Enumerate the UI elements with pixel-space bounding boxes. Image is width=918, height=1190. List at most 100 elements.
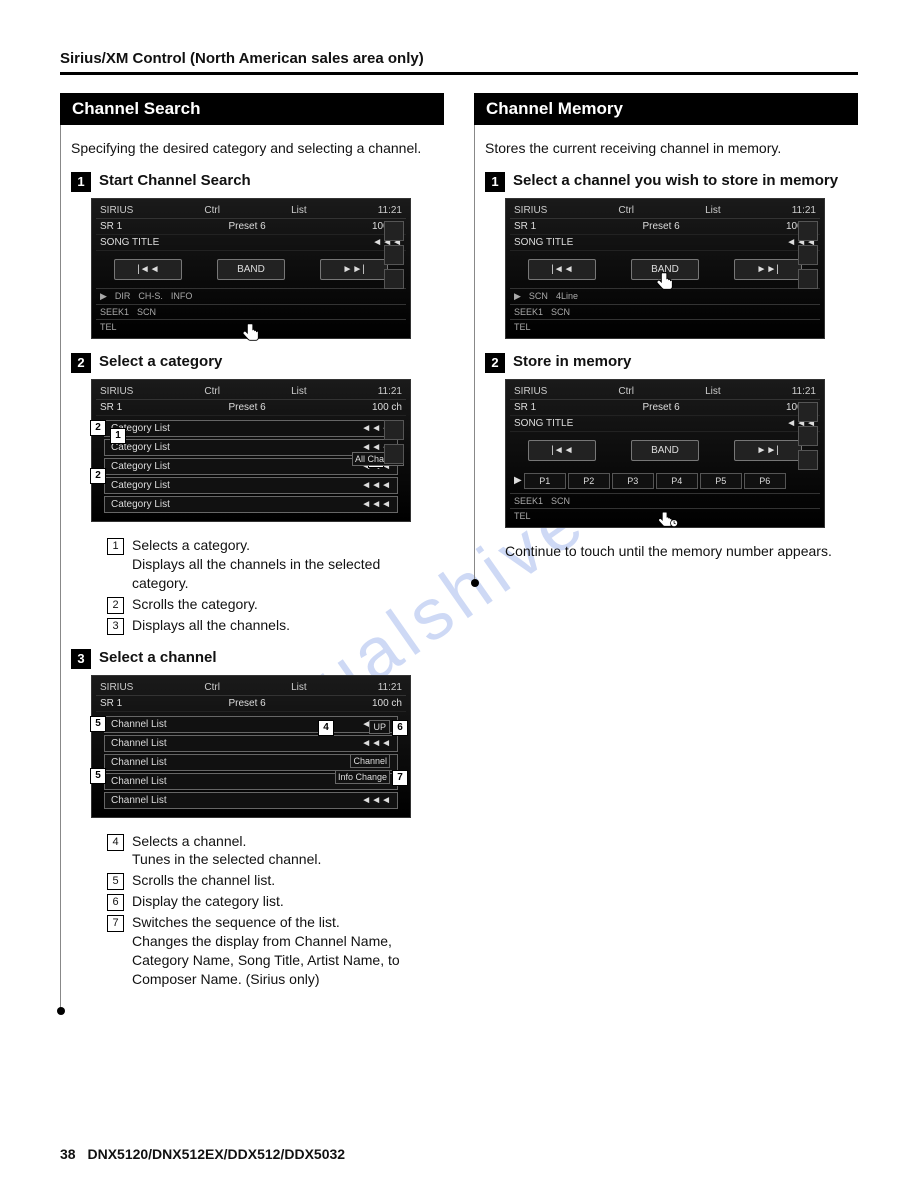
bottom-dir[interactable]: DIR: [115, 291, 131, 302]
bottom-tel: TEL: [514, 322, 531, 332]
side-icon[interactable]: [798, 426, 818, 446]
category-list-item[interactable]: Category List◄◄◄: [104, 420, 398, 437]
screen-source: SIRIUS: [100, 205, 133, 216]
preset-p1[interactable]: P1: [524, 473, 566, 489]
preset-p5[interactable]: P5: [700, 473, 742, 489]
info-change-button[interactable]: Info Change: [335, 770, 390, 784]
up-button[interactable]: UP: [369, 720, 390, 734]
page-number: 38: [60, 1146, 76, 1162]
screen-songtitle: SONG TITLE: [100, 237, 159, 248]
screen-ctrl: Ctrl: [204, 386, 220, 397]
bottom-chs[interactable]: CH-S.: [138, 291, 163, 302]
def-2: Scrolls the category.: [132, 595, 440, 614]
screen-ctrl: Ctrl: [618, 386, 634, 397]
step-2: 2 Select a category: [71, 353, 440, 373]
category-list-item[interactable]: Category List◄◄◄: [104, 496, 398, 513]
def-7: Switches the sequence of the list.: [132, 914, 340, 930]
def-num-3: 3: [107, 618, 124, 635]
side-icon[interactable]: [798, 221, 818, 241]
preset-p2[interactable]: P2: [568, 473, 610, 489]
side-icon[interactable]: [384, 269, 404, 289]
category-list-item[interactable]: Category List◄◄◄: [104, 477, 398, 494]
preset-p4[interactable]: P4: [656, 473, 698, 489]
screen-time: 11:21: [792, 205, 816, 216]
screen-time: 11:21: [378, 205, 402, 216]
mem-step-1-label: Select a channel you wish to store in me…: [513, 172, 838, 192]
channel-list-item[interactable]: Channel List◄◄◄: [104, 716, 398, 733]
def-num-4: 4: [107, 834, 124, 851]
side-icon[interactable]: [798, 245, 818, 265]
side-icon[interactable]: [798, 402, 818, 422]
channel-list-item[interactable]: Channel List◄◄◄: [104, 735, 398, 752]
memory-after-text: Continue to touch until the memory numbe…: [505, 542, 854, 561]
bottom-scn: SCN: [137, 307, 156, 317]
def-1: Selects a category.: [132, 537, 250, 553]
next-button[interactable]: ►►|: [734, 440, 802, 461]
screen-ctrl: Ctrl: [618, 205, 634, 216]
preset-p6[interactable]: P6: [744, 473, 786, 489]
callout-5: 5: [90, 716, 106, 732]
bottom-4line[interactable]: 4Line: [556, 291, 578, 302]
side-icon[interactable]: [384, 444, 404, 464]
side-icon[interactable]: [384, 221, 404, 241]
screen-step2: SIRIUS Ctrl List 11:21 SR 1 Preset 6 100…: [91, 379, 411, 522]
screen-list: List: [291, 682, 307, 693]
step-1-label: Start Channel Search: [99, 172, 251, 192]
bottom-scn: SCN: [551, 496, 570, 506]
step-num-2: 2: [71, 353, 91, 373]
preset-p3[interactable]: P3: [612, 473, 654, 489]
bottom-seek1: SEEK1: [514, 307, 543, 317]
screen-songtitle: SONG TITLE: [514, 237, 573, 248]
footer: 38 DNX5120/DNX512EX/DDX512/DDX5032: [60, 1146, 345, 1162]
step-1: 1 Start Channel Search: [71, 172, 440, 192]
def-1b: Displays all the channels in the selecte…: [132, 556, 380, 591]
step-num-1: 1: [71, 172, 91, 192]
def-num-5: 5: [107, 873, 124, 890]
intro-channel-memory: Stores the current receiving channel in …: [485, 139, 854, 158]
prev-button[interactable]: |◄◄: [114, 259, 182, 280]
callout-6: 6: [392, 720, 408, 736]
mem-step-2: 2 Store in memory: [485, 353, 854, 373]
def-4b: Tunes in the selected channel.: [132, 851, 321, 867]
side-icon[interactable]: [384, 245, 404, 265]
screen-songtitle: SONG TITLE: [514, 418, 573, 429]
band-button[interactable]: BAND: [631, 440, 699, 461]
bottom-tel: TEL: [100, 322, 117, 332]
section-title-channel-memory: Channel Memory: [474, 93, 858, 125]
callout-7: 7: [392, 770, 408, 786]
screen-sr: SR 1: [514, 402, 536, 413]
screen-ch: 100 ch: [372, 402, 402, 413]
bottom-scn[interactable]: SCN: [529, 291, 548, 302]
screen-ch: 100 ch: [372, 698, 402, 709]
band-button[interactable]: BAND: [217, 259, 285, 280]
screen-source: SIRIUS: [514, 386, 547, 397]
step-2-label: Select a category: [99, 353, 222, 373]
callout-2: 2: [90, 420, 106, 436]
side-icon[interactable]: [798, 269, 818, 289]
step-3-label: Select a channel: [99, 649, 217, 669]
section-title-channel-search: Channel Search: [60, 93, 444, 125]
page-header: Sirius/XM Control (North American sales …: [60, 50, 858, 75]
def-num-7: 7: [107, 915, 124, 932]
side-icon[interactable]: [384, 420, 404, 440]
band-button[interactable]: BAND: [631, 259, 699, 280]
screen-ctrl: Ctrl: [204, 682, 220, 693]
step-num-1: 1: [485, 172, 505, 192]
bottom-scn2: SCN: [551, 307, 570, 317]
next-button[interactable]: ►►|: [320, 259, 388, 280]
screen-sr: SR 1: [100, 221, 122, 232]
prev-button[interactable]: |◄◄: [528, 259, 596, 280]
definitions-step3: 4Selects a channel.Tunes in the selected…: [107, 832, 440, 989]
screen-sr: SR 1: [514, 221, 536, 232]
channel-list-item[interactable]: Channel List◄◄◄: [104, 792, 398, 809]
step-3: 3 Select a channel: [71, 649, 440, 669]
next-button[interactable]: ►►|: [734, 259, 802, 280]
step-num-3: 3: [71, 649, 91, 669]
prev-button[interactable]: |◄◄: [528, 440, 596, 461]
bottom-info[interactable]: INFO: [171, 291, 193, 302]
screen-sr: SR 1: [100, 698, 122, 709]
side-icon[interactable]: [798, 450, 818, 470]
screen-preset: Preset 6: [540, 402, 782, 413]
screen-preset: Preset 6: [540, 221, 782, 232]
bottom-tel: TEL: [514, 511, 531, 521]
